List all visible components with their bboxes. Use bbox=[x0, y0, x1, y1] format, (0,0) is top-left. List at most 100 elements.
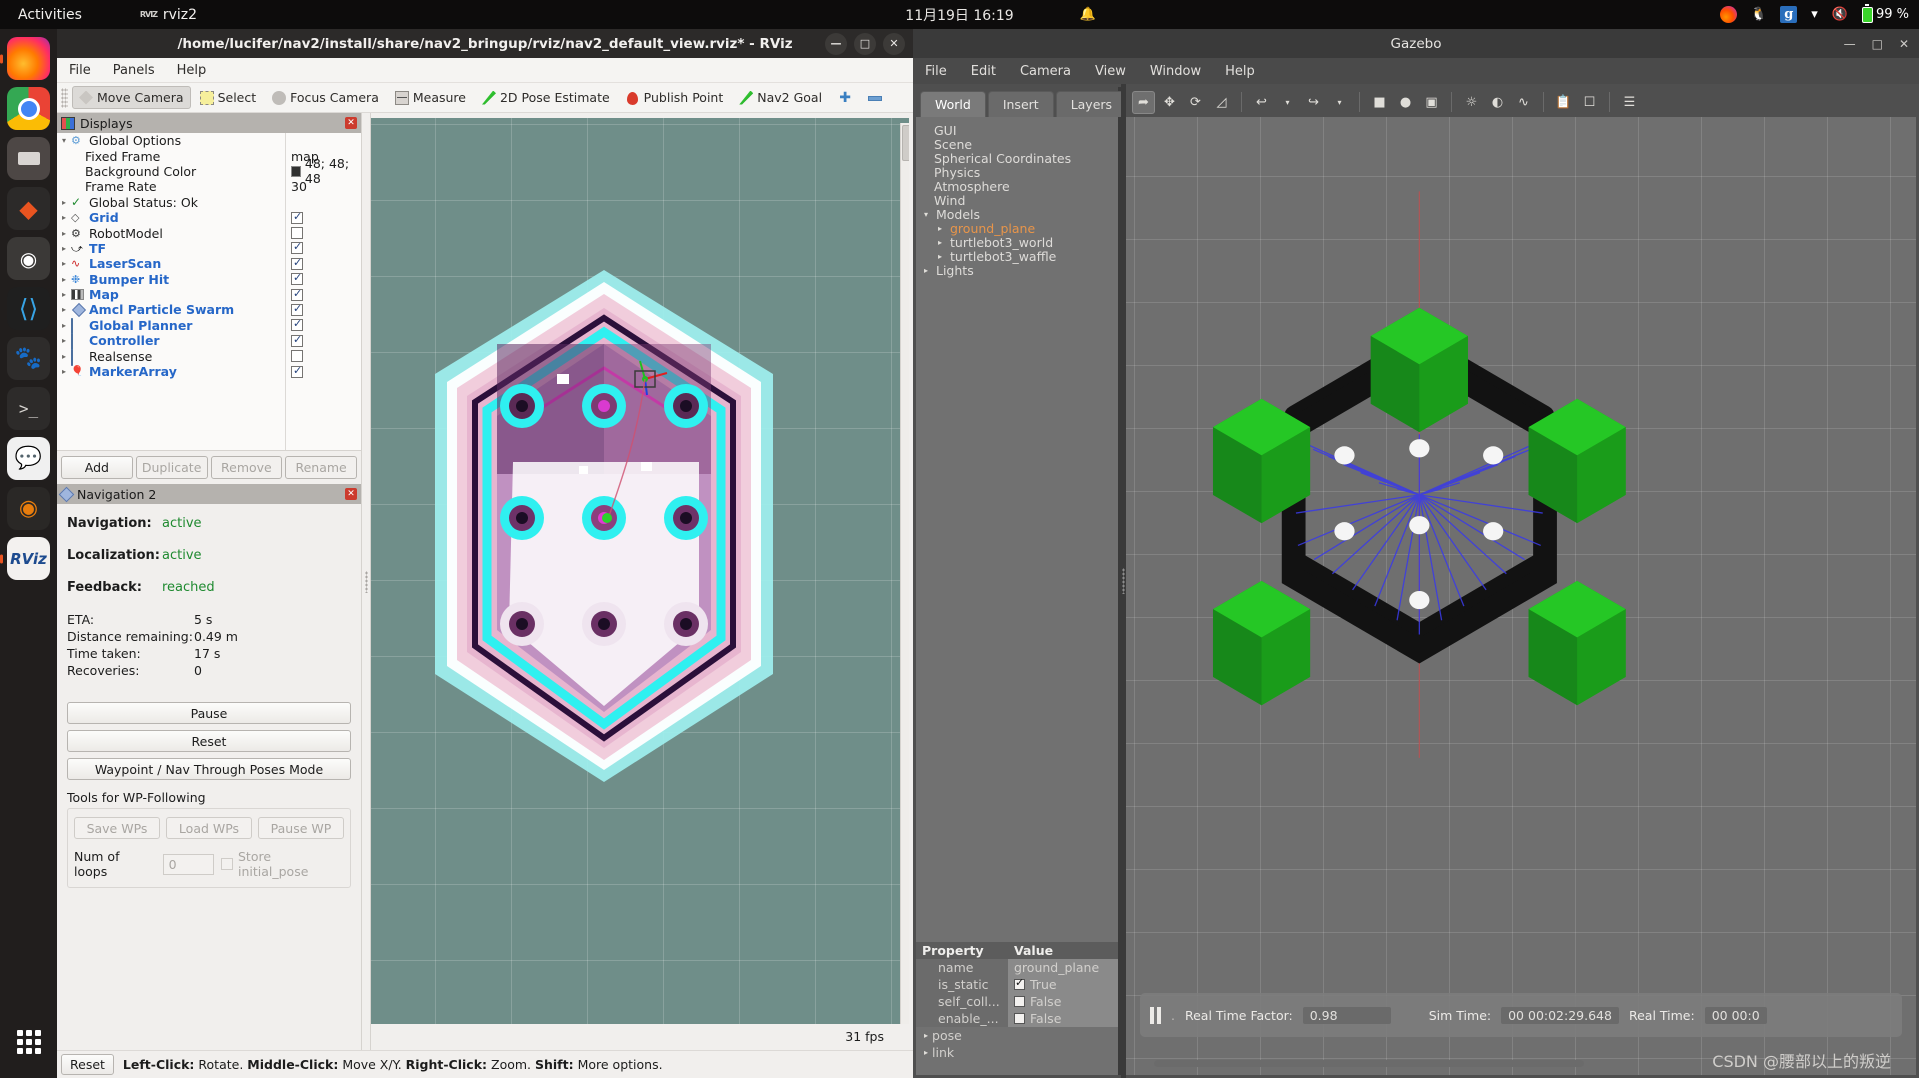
redo-icon[interactable]: ↪ bbox=[1302, 91, 1325, 114]
chevron-right-icon[interactable]: ▸ bbox=[924, 1031, 928, 1040]
tool-focus-camera[interactable]: Focus Camera bbox=[265, 86, 386, 109]
chevron-right-icon[interactable]: ▸ bbox=[938, 224, 950, 233]
world-item-spherical-coordinates[interactable]: Spherical Coordinates bbox=[916, 151, 1118, 166]
tool-measure[interactable]: Measure bbox=[388, 86, 473, 109]
active-app-name[interactable]: rviz2 bbox=[163, 7, 197, 23]
display-checkbox-global-planner[interactable] bbox=[291, 317, 303, 332]
menu-panels[interactable]: Panels bbox=[113, 63, 155, 78]
paste-icon[interactable]: ☐ bbox=[1578, 91, 1601, 114]
chevron-right-icon[interactable]: ▸ bbox=[57, 213, 71, 222]
tree-row-controller[interactable]: ▸ Controller bbox=[57, 333, 361, 351]
world-item-physics[interactable]: Physics bbox=[916, 165, 1118, 180]
tool-add[interactable]: ✚ bbox=[831, 87, 859, 109]
gazebo-titlebar[interactable]: Gazebo — □ ✕ bbox=[913, 29, 1919, 58]
bell-icon[interactable]: 🔔 bbox=[1080, 7, 1096, 22]
tree-row-amcl-particle-swarm[interactable]: ▸ Amcl Particle Swarm bbox=[57, 302, 361, 318]
save-wps-button[interactable]: Save WPs bbox=[74, 817, 160, 839]
tree-row-background-color[interactable]: Background Color 48; 48; 48 bbox=[57, 156, 361, 186]
property-checkbox[interactable] bbox=[1014, 995, 1025, 1007]
display-checkbox-amcl-particle-swarm[interactable] bbox=[291, 302, 303, 316]
maximize-button[interactable]: □ bbox=[854, 32, 876, 55]
minimize-button[interactable]: — bbox=[825, 32, 847, 55]
gz-menu-window[interactable]: Window bbox=[1150, 64, 1201, 79]
add-display-button[interactable]: Add bbox=[61, 456, 133, 479]
tree-row-grid[interactable]: ▸ ◇ Grid bbox=[57, 210, 361, 225]
dock-item-blender[interactable]: ◉ bbox=[7, 487, 50, 530]
property-row-name[interactable]: name ground_plane bbox=[916, 958, 1118, 976]
redo-dropdown-icon[interactable]: ▾ bbox=[1328, 91, 1351, 114]
cylinder-icon[interactable]: ▣ bbox=[1420, 91, 1443, 114]
tree-row-robotmodel[interactable]: ▸ ⚙ RobotModel bbox=[57, 225, 361, 241]
chevron-right-icon[interactable]: ▸ bbox=[57, 229, 71, 238]
rotate-mode-icon[interactable]: ⟳ bbox=[1184, 91, 1207, 114]
translate-mode-icon[interactable]: ✥ bbox=[1158, 91, 1181, 114]
close-button[interactable]: ✕ bbox=[883, 32, 905, 55]
tree-row-realsense[interactable]: ▸ Realsense bbox=[57, 348, 361, 366]
tool-publish-point[interactable]: Publish Point bbox=[619, 86, 731, 109]
rviz-titlebar[interactable]: /home/lucifer/nav2/install/share/nav2_br… bbox=[57, 29, 913, 58]
menu-help[interactable]: Help bbox=[177, 63, 207, 78]
display-checkbox-robotmodel[interactable] bbox=[291, 227, 303, 240]
g-icon[interactable]: g bbox=[1780, 6, 1798, 23]
tree-row-markerarray[interactable]: ▸ 🎈 MarkerArray bbox=[57, 364, 361, 379]
directional-light-icon[interactable]: ∿ bbox=[1512, 91, 1535, 114]
penguin-icon[interactable]: 🐧 bbox=[1751, 7, 1767, 23]
tab-layers[interactable]: Layers bbox=[1055, 91, 1128, 117]
dock-item-gimp[interactable]: 🐾 bbox=[7, 337, 50, 380]
chevron-down-icon[interactable]: ▾ bbox=[924, 210, 936, 219]
chevron-right-icon[interactable]: ▸ bbox=[57, 305, 71, 314]
maximize-button[interactable]: □ bbox=[1872, 37, 1883, 51]
property-checkbox[interactable] bbox=[1014, 976, 1025, 990]
clock[interactable]: 11月19日 16:19 bbox=[905, 5, 1013, 25]
chevron-right-icon[interactable]: ▸ bbox=[57, 275, 71, 284]
property-row-pose[interactable]: ▸ pose bbox=[916, 1026, 1118, 1044]
display-checkbox-realsense[interactable] bbox=[291, 350, 303, 363]
tree-row-frame-rate[interactable]: Frame Rate 30 bbox=[57, 179, 361, 194]
scale-mode-icon[interactable]: ◿ bbox=[1210, 91, 1233, 114]
firefox-icon[interactable] bbox=[1720, 6, 1738, 23]
chevron-right-icon[interactable]: ▸ bbox=[57, 321, 71, 330]
world-item-atmosphere[interactable]: Atmosphere bbox=[916, 179, 1118, 194]
property-value[interactable]: ground_plane bbox=[1008, 958, 1118, 976]
volume-muted-icon[interactable]: 🔇 bbox=[1832, 8, 1848, 21]
close-icon[interactable]: ✕ bbox=[345, 488, 357, 500]
world-item-scene[interactable]: Scene bbox=[916, 137, 1118, 152]
minimize-button[interactable]: — bbox=[1844, 37, 1856, 51]
activities-button[interactable]: Activities bbox=[18, 7, 82, 23]
display-checkbox-bumper-hit[interactable] bbox=[291, 271, 303, 286]
gazebo-world-tree[interactable]: GUI Scene Spherical Coordinates Physics … bbox=[916, 117, 1118, 942]
chevron-right-icon[interactable]: ▸ bbox=[57, 244, 71, 253]
display-checkbox-grid[interactable] bbox=[291, 210, 303, 224]
sphere-icon[interactable]: ● bbox=[1394, 91, 1417, 114]
load-wps-button[interactable]: Load WPs bbox=[166, 817, 252, 839]
gazebo-3d-view[interactable]: . Real Time Factor: 0.98 Sim Time: 00 00… bbox=[1126, 117, 1916, 1075]
tool-nav2-goal[interactable]: Nav2 Goal bbox=[732, 86, 829, 109]
dock-item-chrome[interactable] bbox=[7, 87, 50, 130]
tree-row-bumper-hit[interactable]: ▸ ❉ Bumper Hit bbox=[57, 271, 361, 287]
tree-row-global-status[interactable]: ▸ ✓ Global Status: Ok bbox=[57, 195, 361, 210]
display-checkbox-controller[interactable] bbox=[291, 333, 303, 347]
remove-display-button[interactable]: Remove bbox=[210, 456, 283, 479]
tree-row-laserscan[interactable]: ▸ ∿ LaserScan bbox=[57, 256, 361, 271]
chevron-down-icon[interactable]: ▾ bbox=[57, 136, 71, 145]
property-value[interactable]: False bbox=[1008, 1009, 1118, 1027]
tree-row-tf[interactable]: ▸ ⤻ TF bbox=[57, 240, 361, 256]
dock-item-rviz[interactable]: RViz bbox=[7, 537, 50, 580]
battery-status[interactable]: 99 % bbox=[1861, 3, 1909, 23]
tool-select[interactable]: Select bbox=[193, 86, 264, 109]
store-initial-pose-row[interactable]: Store initial_pose bbox=[221, 849, 344, 879]
chevron-right-icon[interactable]: ▸ bbox=[57, 352, 71, 361]
close-icon[interactable]: ✕ bbox=[345, 117, 357, 129]
spot-light-icon[interactable]: ◐ bbox=[1486, 91, 1509, 114]
undo-icon[interactable]: ↩ bbox=[1250, 91, 1273, 114]
pause-icon[interactable] bbox=[1150, 1006, 1161, 1024]
world-item-ground-plane[interactable]: ▸ ground_plane bbox=[916, 221, 1118, 236]
rviz-splitter[interactable] bbox=[362, 113, 371, 1050]
reset-button[interactable]: Reset bbox=[67, 730, 351, 752]
chevron-right-icon[interactable]: ▸ bbox=[924, 1048, 928, 1057]
property-checkbox[interactable] bbox=[1014, 1012, 1025, 1024]
duplicate-display-button[interactable]: Duplicate bbox=[135, 456, 208, 479]
chevron-right-icon[interactable]: ▸ bbox=[938, 238, 950, 247]
pause-button[interactable]: Pause bbox=[67, 702, 351, 724]
rviz-3d-view[interactable] bbox=[371, 118, 909, 1024]
